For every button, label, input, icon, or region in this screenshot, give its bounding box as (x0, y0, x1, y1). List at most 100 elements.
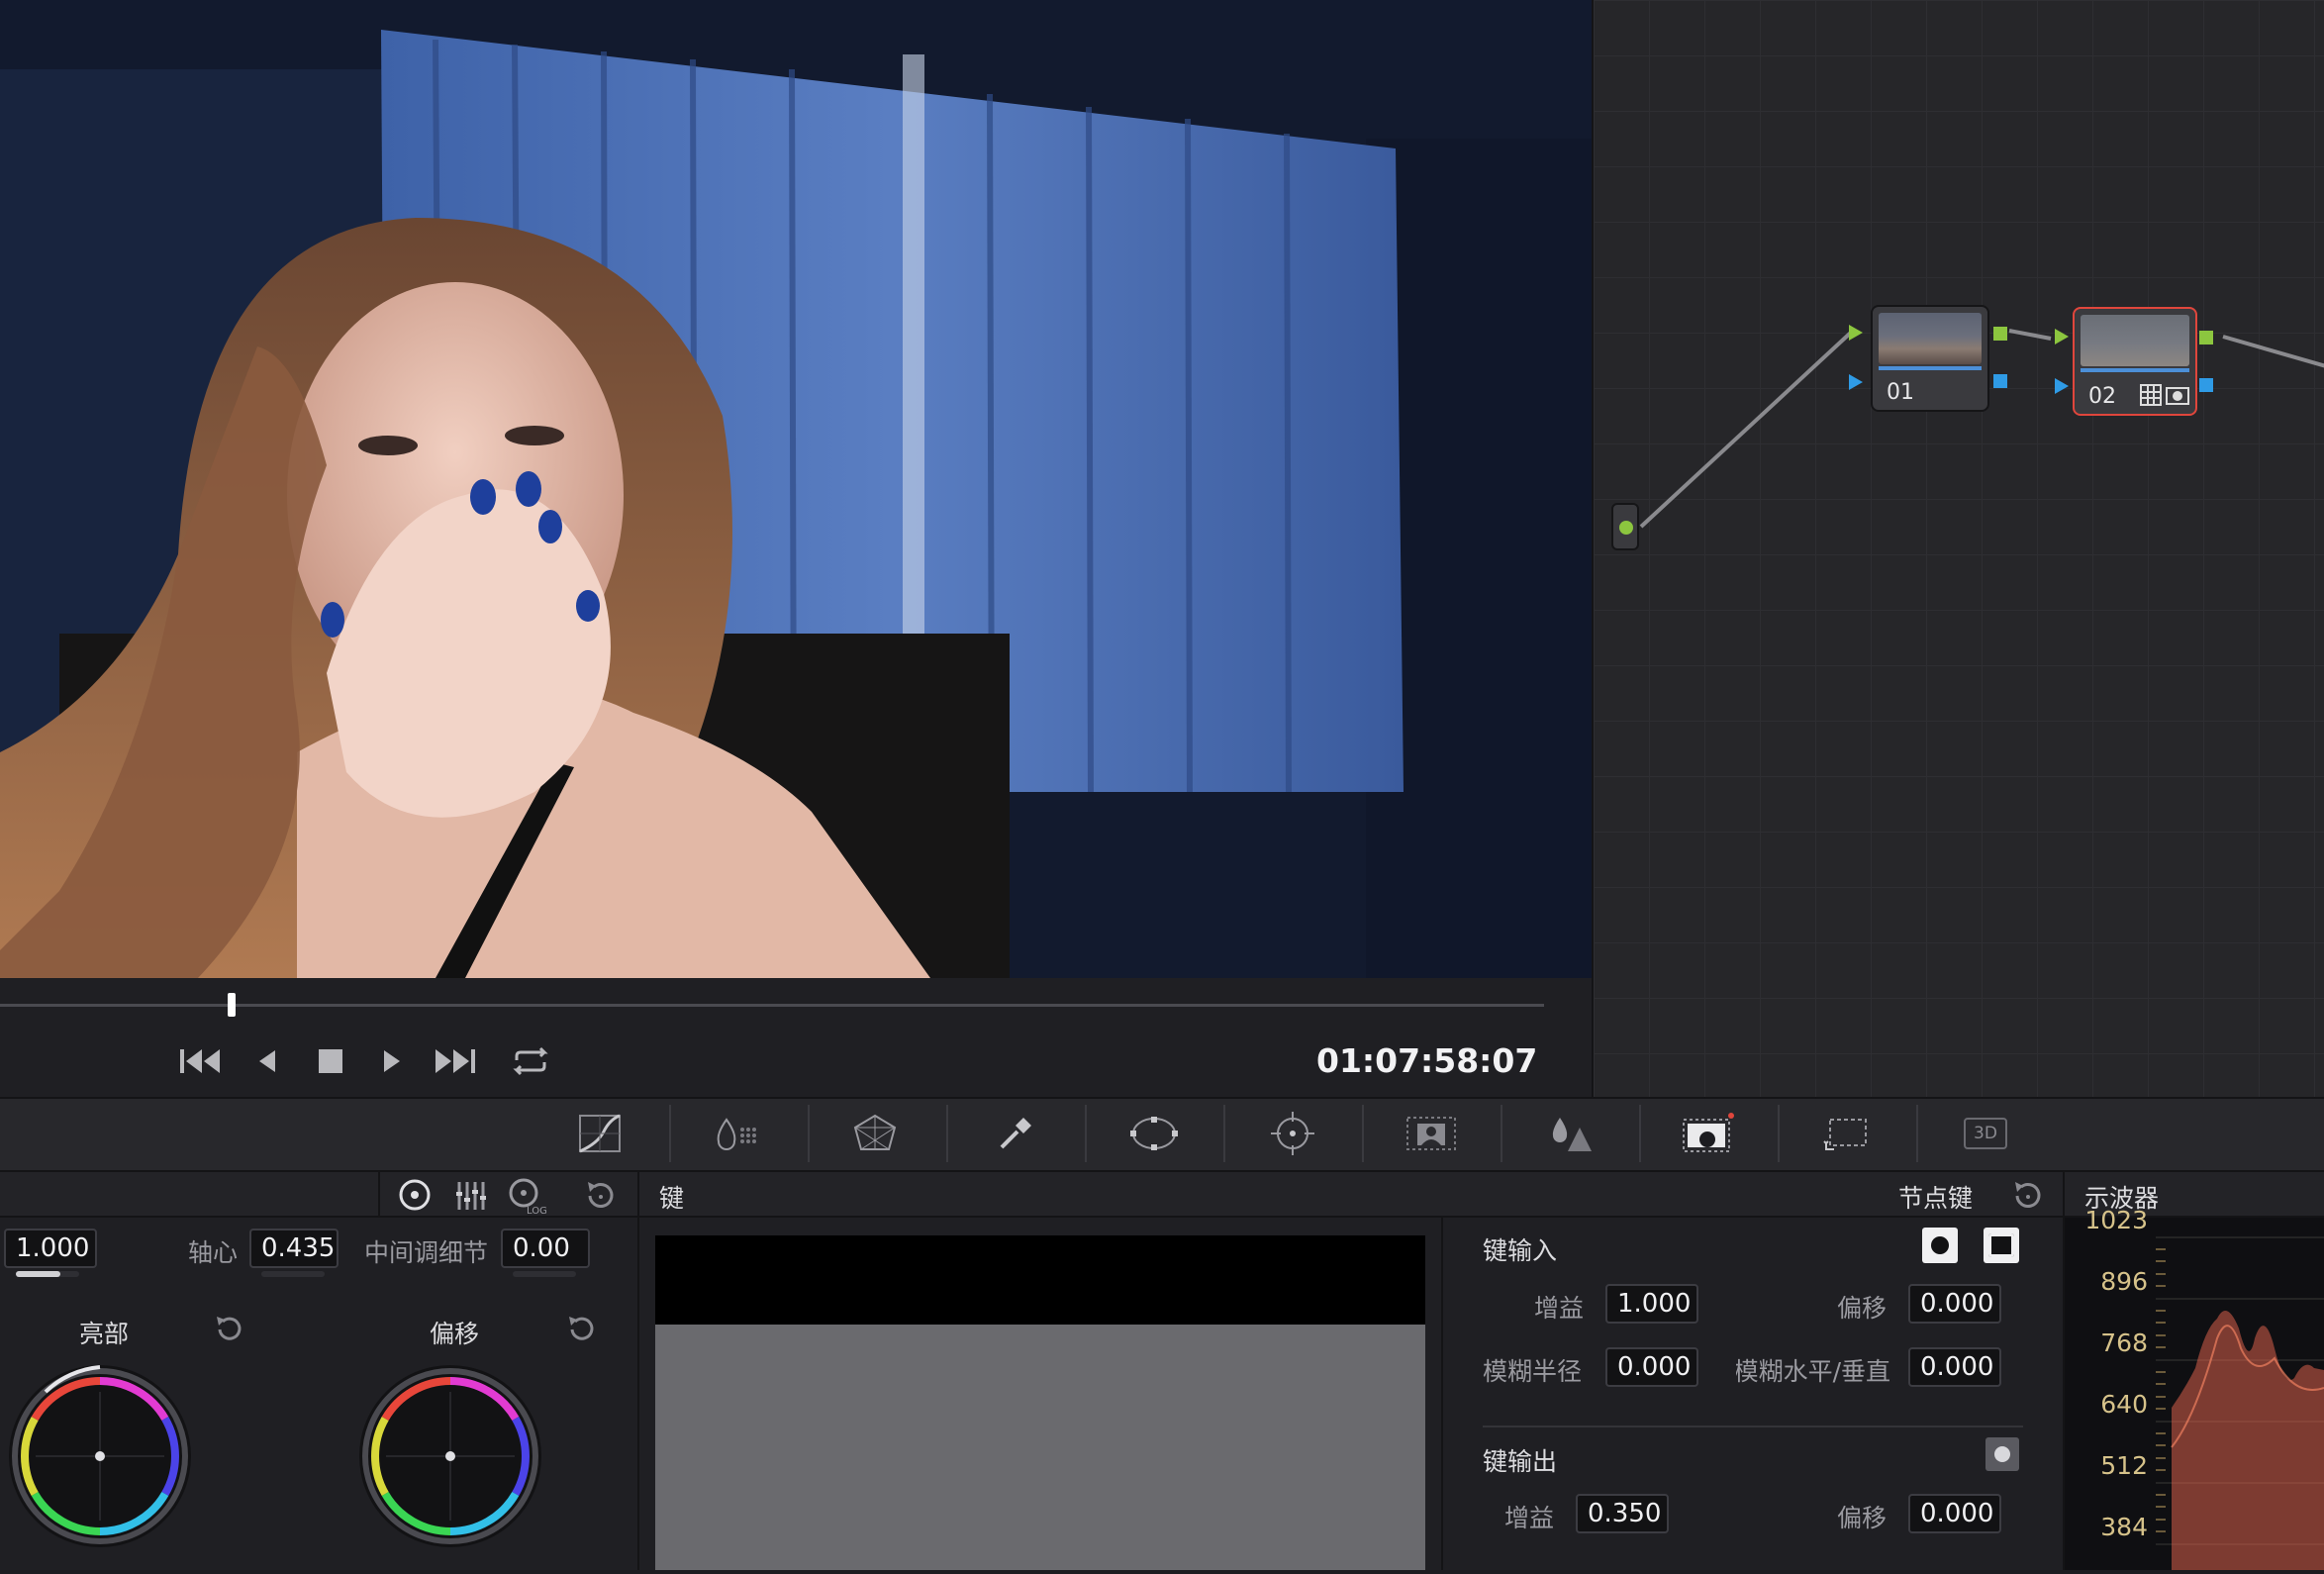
play-icon[interactable] (368, 1039, 416, 1083)
stop-icon[interactable] (307, 1039, 354, 1083)
middetail-label: 中间调细节 (364, 1238, 489, 1267)
node-02-key-input-icon[interactable] (2055, 378, 2069, 394)
curves-icon[interactable] (568, 1105, 631, 1162)
key-mask-icon (2166, 384, 2189, 410)
offset-color-wheel[interactable] (356, 1362, 544, 1550)
key-icon[interactable] (1677, 1105, 1740, 1162)
offset-reset-icon[interactable] (564, 1313, 598, 1346)
key-input-mask-icon[interactable] (1922, 1228, 1958, 1263)
offset-wheel-label: 偏移 (430, 1320, 480, 1348)
key-panel-title: 键 (659, 1184, 685, 1213)
node-thumbnail (1879, 313, 1982, 364)
gain-master-slider[interactable] (16, 1271, 79, 1277)
pivot-label: 轴心 (188, 1238, 239, 1267)
blur-icon[interactable] (1538, 1105, 1601, 1162)
green-port-icon (1619, 521, 1633, 535)
toolbar-divider (808, 1105, 810, 1162)
offset-out-label: 偏移 (1837, 1504, 1888, 1532)
gain-in-field[interactable]: 1.000 (1605, 1284, 1698, 1324)
node-01-rgb-input-icon[interactable] (1849, 325, 1863, 341)
node-label: 01 (1887, 380, 1914, 405)
offset-in-field[interactable]: 0.000 (1908, 1284, 2001, 1324)
key-output-mask-icon[interactable] (1985, 1437, 2019, 1471)
loop-icon[interactable] (507, 1039, 554, 1083)
key-panel-header (639, 1172, 2063, 1218)
gain-master-field[interactable]: 1.000 (4, 1229, 97, 1268)
toolbar-divider (1639, 1105, 1641, 1162)
middetail-slider[interactable] (513, 1271, 576, 1277)
highlights-reset-icon[interactable] (212, 1313, 245, 1346)
middetail-field[interactable]: 0.00 (501, 1229, 590, 1268)
scope-tick-896: 896 (2100, 1267, 2148, 1296)
step-back-icon[interactable] (243, 1039, 291, 1083)
node-01-rgb-output-icon[interactable] (1993, 327, 2007, 341)
color-wheels-mode-icon[interactable] (396, 1176, 434, 1214)
gain-out-label: 增益 (1504, 1504, 1555, 1532)
node-02-rgb-output-icon[interactable] (2199, 331, 2213, 344)
node-01[interactable]: 01 (1871, 305, 1989, 412)
section-divider (1483, 1426, 2023, 1427)
log-wheels-mode-icon[interactable]: LOG (507, 1176, 547, 1217)
toolbar-divider (669, 1105, 671, 1162)
scope-tick-1023: 1023 (2084, 1206, 2148, 1234)
window-icon[interactable] (1122, 1105, 1186, 1162)
key-output-label: 键输出 (1483, 1447, 1558, 1476)
viewer-image (0, 0, 1592, 978)
node-thumbnail (2081, 315, 2189, 366)
3d-icon[interactable]: 3D (1954, 1105, 2017, 1162)
key-reset-icon[interactable] (2009, 1178, 2045, 1214)
key-divider (1441, 1218, 1443, 1570)
key-preview-matte (655, 1325, 1425, 1570)
node-progress-bar (2081, 368, 2189, 372)
playhead-handle[interactable] (228, 993, 236, 1017)
key-preview-black (655, 1235, 1425, 1325)
toolbar-divider (1916, 1105, 1918, 1162)
toolbar-divider (1501, 1105, 1502, 1162)
node-02[interactable]: 02 (2073, 307, 2197, 416)
primaries-bars-mode-icon[interactable] (453, 1178, 489, 1214)
blur-radius-label: 模糊半径 (1483, 1357, 1583, 1386)
node-01-key-input-icon[interactable] (1849, 374, 1863, 390)
scope-tick-768: 768 (2100, 1328, 2148, 1357)
color-warper-icon[interactable] (705, 1105, 768, 1162)
header-divider (378, 1172, 380, 1218)
scope-tick-640: 640 (2100, 1390, 2148, 1419)
key-input-label: 键输入 (1483, 1236, 1558, 1265)
3d-label: 3D (1964, 1118, 2007, 1149)
sizing-icon[interactable] (1815, 1105, 1879, 1162)
node-02-rgb-input-icon[interactable] (2055, 329, 2069, 344)
scope-tick-512: 512 (2100, 1451, 2148, 1480)
toolbar-divider (1778, 1105, 1780, 1162)
grid-icon (2140, 384, 2162, 410)
offset-out-field[interactable]: 0.000 (1908, 1494, 2001, 1533)
gain-out-field[interactable]: 0.350 (1576, 1494, 1669, 1533)
color-warper-mesh-icon[interactable] (843, 1105, 907, 1162)
gain-in-label: 增益 (1534, 1294, 1585, 1323)
key-input-invert-icon[interactable] (1984, 1228, 2019, 1263)
node-01-key-output-icon[interactable] (1993, 374, 2007, 388)
tracker-icon[interactable] (1261, 1105, 1324, 1162)
skip-to-start-icon[interactable] (176, 1039, 224, 1083)
pivot-field[interactable]: 0.435 (249, 1229, 339, 1268)
offset-in-label: 偏移 (1837, 1294, 1888, 1323)
source-input-port[interactable] (1611, 503, 1639, 550)
skip-to-end-icon[interactable] (432, 1039, 479, 1083)
pivot-slider[interactable] (261, 1271, 325, 1277)
highlights-color-wheel[interactable] (6, 1362, 194, 1550)
waveform-display (2156, 1220, 2324, 1570)
node-editor[interactable] (1592, 0, 2324, 1097)
node-02-key-output-icon[interactable] (2199, 378, 2213, 392)
toolbar-divider (946, 1105, 948, 1162)
node-progress-bar (1879, 366, 1982, 370)
reset-all-icon[interactable] (582, 1178, 618, 1214)
node-label: 02 (2088, 384, 2116, 409)
scope-tick-384: 384 (2100, 1513, 2148, 1541)
qualifier-icon[interactable] (984, 1105, 1047, 1162)
magic-mask-icon[interactable] (1400, 1105, 1463, 1162)
toolbar-divider (1362, 1105, 1364, 1162)
blur-hv-label: 模糊水平/垂直 (1736, 1357, 1890, 1386)
blur-hv-field[interactable]: 0.000 (1908, 1347, 2001, 1387)
toolbar-divider (1085, 1105, 1087, 1162)
blur-radius-field[interactable]: 0.000 (1605, 1347, 1698, 1387)
svg-text:LOG: LOG (527, 1206, 546, 1216)
